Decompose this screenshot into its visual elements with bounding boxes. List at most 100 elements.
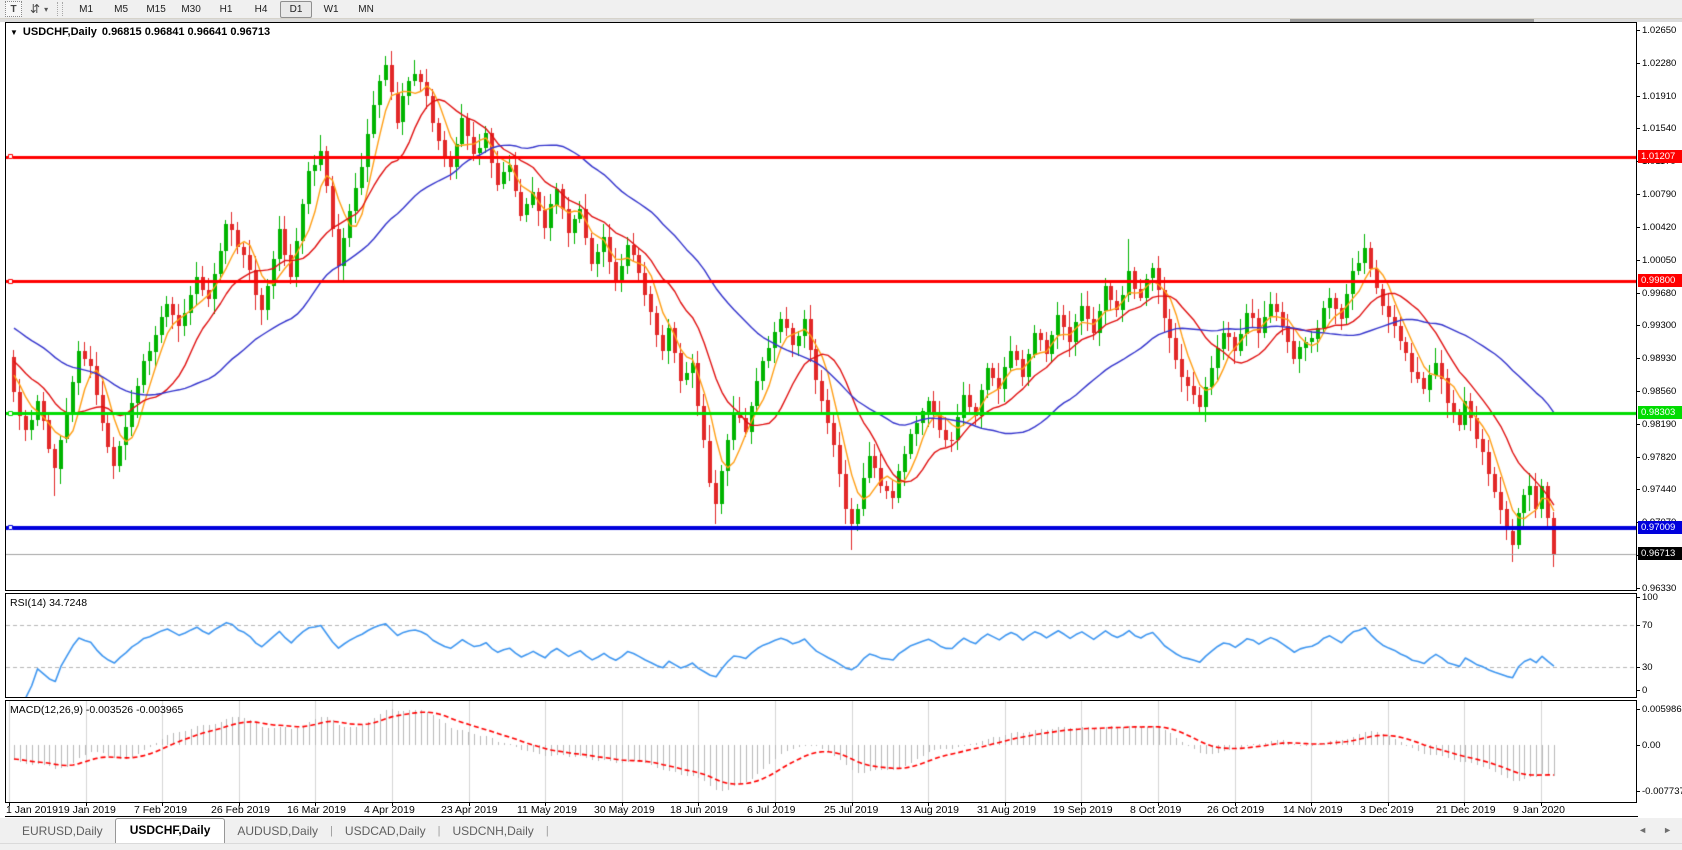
date-axis-label: 31 Aug 2019 [977, 804, 1036, 816]
rsi-canvas[interactable] [6, 594, 1636, 697]
price-axis-label: 0.98190 [1642, 419, 1676, 430]
price-tick [1637, 260, 1640, 261]
text-label-tool-button[interactable]: T [5, 1, 22, 17]
price-tick [1637, 457, 1640, 458]
price-axis-label: 1.00050 [1642, 255, 1676, 266]
tab-usdcad[interactable]: USDCAD,Daily [333, 820, 438, 843]
rsi-tick [1637, 625, 1640, 626]
current-price-box: 0.96713 [1638, 547, 1682, 560]
timeframe-button-m15[interactable]: M15 [140, 1, 172, 18]
price-tick [1637, 63, 1640, 64]
price-tick [1637, 96, 1640, 97]
date-axis-label: 6 Jul 2019 [747, 804, 795, 816]
chevron-down-icon: ▾ [44, 5, 48, 14]
macd-tick [1637, 791, 1640, 792]
macd-tick [1637, 709, 1640, 710]
price-tick [1637, 194, 1640, 195]
date-axis-label: 21 Dec 2019 [1436, 804, 1496, 816]
rsi-tick [1637, 597, 1640, 598]
ohlc-values: 0.96815 0.96841 0.96641 0.96713 [102, 26, 270, 38]
timeframe-button-group: M1M5M15M30H1H4D1W1MN [70, 1, 385, 18]
date-axis-label: 4 Apr 2019 [364, 804, 415, 816]
top-toolbar: T ⇵ ▾ M1M5M15M30H1H4D1W1MN [0, 0, 1682, 19]
main-chart-canvas[interactable] [6, 23, 1636, 590]
date-axis-label: 11 May 2019 [517, 804, 577, 816]
chart-tab-bar: ◄ ► EURUSD,DailyUSDCHF,DailyAUDUSD,Daily… [0, 817, 1682, 843]
timeframe-button-d1[interactable]: D1 [280, 1, 312, 18]
rsi-axis-label: 100 [1642, 592, 1658, 603]
main-chart-panel: ▼ USDCHF,Daily 0.96815 0.96841 0.96641 0… [5, 22, 1637, 591]
cascade-icon: ⇵ [30, 3, 40, 15]
date-axis-label: 3 Dec 2019 [1360, 804, 1414, 816]
chart-title: ▼ USDCHF,Daily 0.96815 0.96841 0.96641 0… [10, 26, 270, 38]
price-tick [1637, 391, 1640, 392]
toolbar-grip [57, 2, 63, 16]
date-axis-label: 26 Feb 2019 [211, 804, 270, 816]
tab-separator: | [546, 825, 549, 843]
price-axis-label: 0.97820 [1642, 452, 1676, 463]
rsi-axis-label: 70 [1642, 620, 1653, 631]
date-axis-label: 23 Apr 2019 [441, 804, 498, 816]
timeframe-button-m1[interactable]: M1 [70, 1, 102, 18]
timeframe-button-h4[interactable]: H4 [245, 1, 277, 18]
price-tick [1637, 588, 1640, 589]
price-axis-label: 1.00420 [1642, 222, 1676, 233]
rsi-tick [1637, 690, 1640, 691]
tab-audusd[interactable]: AUDUSD,Daily [225, 820, 330, 843]
symbol-period-label: USDCHF,Daily [23, 26, 97, 38]
level-price-box: 0.99800 [1638, 274, 1682, 287]
date-axis-label: 25 Jul 2019 [824, 804, 878, 816]
timeframe-button-h1[interactable]: H1 [210, 1, 242, 18]
tab-usdcnh[interactable]: USDCNH,Daily [440, 820, 545, 843]
date-axis-label: 26 Oct 2019 [1207, 804, 1264, 816]
price-tick [1637, 227, 1640, 228]
macd-label: MACD(12,26,9) -0.003526 -0.003965 [10, 704, 183, 716]
date-axis-label: 18 Jun 2019 [670, 804, 728, 816]
rsi-axis-label: 0 [1642, 685, 1647, 696]
tab-usdchf[interactable]: USDCHF,Daily [115, 818, 226, 843]
timeframe-button-m5[interactable]: M5 [105, 1, 137, 18]
rsi-tick [1637, 667, 1640, 668]
price-axis[interactable]: 1.026501.022801.019101.015401.011701.007… [1638, 0, 1682, 850]
level-price-box: 0.98303 [1638, 406, 1682, 419]
timeframe-button-mn[interactable]: MN [350, 1, 382, 18]
level-price-box: 1.01207 [1638, 150, 1682, 163]
price-axis-label: 0.99300 [1642, 320, 1676, 331]
price-axis-label: 0.98930 [1642, 353, 1676, 364]
price-tick [1637, 358, 1640, 359]
level-price-box: 0.97009 [1638, 521, 1682, 534]
macd-axis-label: -0.007737 [1642, 786, 1682, 797]
date-axis[interactable]: 1 Jan 201919 Jan 2019 7 Feb 2019 26 Feb 20… [5, 803, 1638, 817]
timeframe-button-w1[interactable]: W1 [315, 1, 347, 18]
price-tick [1637, 293, 1640, 294]
date-axis-label: 16 Mar 2019 [287, 804, 346, 816]
rsi-axis-label: 30 [1642, 662, 1653, 673]
price-axis-label: 0.99680 [1642, 288, 1676, 299]
price-axis-label: 1.01540 [1642, 123, 1676, 134]
price-tick [1637, 30, 1640, 31]
cascade-windows-button[interactable]: ⇵ ▾ [30, 3, 48, 15]
status-strip [0, 843, 1682, 850]
macd-tick [1637, 745, 1640, 746]
timeframe-button-m30[interactable]: M30 [175, 1, 207, 18]
price-axis-label: 1.02280 [1642, 58, 1676, 69]
macd-axis-label: 0.00 [1642, 740, 1661, 751]
date-axis-label: 7 Feb 2019 [134, 804, 187, 816]
collapse-icon[interactable]: ▼ [10, 28, 18, 37]
date-axis-label: 14 Nov 2019 [1283, 804, 1343, 816]
date-axis-label: 19 Jan 2019 [58, 804, 116, 816]
tab-eurusd[interactable]: EURUSD,Daily [10, 820, 115, 843]
date-axis-label: 13 Aug 2019 [900, 804, 959, 816]
rsi-label: RSI(14) 34.7248 [10, 597, 87, 609]
date-axis-label: 30 May 2019 [594, 804, 655, 816]
price-axis-label: 1.00790 [1642, 189, 1676, 200]
date-axis-label: 8 Oct 2019 [1130, 804, 1181, 816]
date-axis-label: 1 Jan 2019 [6, 804, 58, 816]
price-tick [1637, 128, 1640, 129]
price-tick [1637, 489, 1640, 490]
price-tick [1637, 325, 1640, 326]
rsi-indicator-panel: RSI(14) 34.7248 [5, 593, 1637, 698]
price-axis-label: 0.98560 [1642, 386, 1676, 397]
macd-canvas[interactable] [6, 701, 1636, 802]
price-axis-label: 1.01910 [1642, 91, 1676, 102]
